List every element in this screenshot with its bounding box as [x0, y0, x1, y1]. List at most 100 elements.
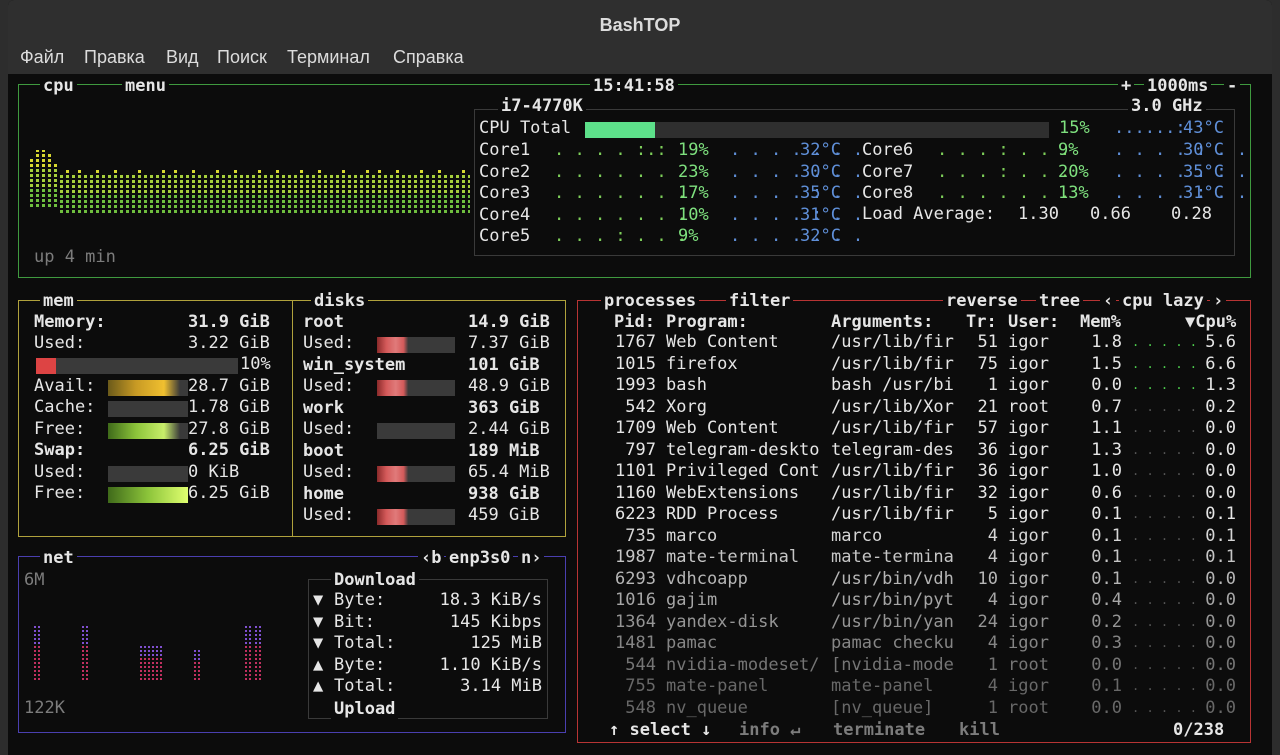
- proc-pid[interactable]: 6293: [606, 569, 656, 590]
- proc-pid[interactable]: 1709: [606, 418, 656, 439]
- proc-args[interactable]: /usr/lib/fir: [831, 504, 954, 525]
- proc-args[interactable]: [nv_queue]: [831, 698, 933, 719]
- proc-cpu[interactable]: 0.1: [1196, 526, 1236, 547]
- menu-edit[interactable]: Правка: [84, 47, 145, 68]
- proc-cpu[interactable]: 0.0: [1196, 440, 1236, 461]
- proc-pid[interactable]: 544: [606, 655, 656, 676]
- proc-cpu[interactable]: 0.0: [1196, 483, 1236, 504]
- proc-user[interactable]: igor: [1008, 526, 1049, 547]
- proc-args[interactable]: /usr/lib/fir: [831, 461, 954, 482]
- proc-cpu[interactable]: 5.6: [1196, 332, 1236, 353]
- proc-args[interactable]: /usr/bin/vdh: [831, 569, 954, 590]
- iface-prev-button[interactable]: ‹b: [418, 548, 445, 568]
- proc-threads[interactable]: 4: [958, 590, 998, 611]
- proc-mem[interactable]: 0.3: [1080, 633, 1122, 654]
- proc-args[interactable]: /usr/lib/fir: [831, 418, 954, 439]
- proc-args[interactable]: /usr/lib/Xor: [831, 397, 954, 418]
- tree-button[interactable]: tree: [1036, 291, 1083, 311]
- proc-user[interactable]: igor: [1008, 461, 1049, 482]
- proc-threads[interactable]: 51: [958, 332, 998, 353]
- proc-cpu[interactable]: 0.2: [1196, 397, 1236, 418]
- menu-search[interactable]: Поиск: [217, 47, 267, 68]
- proc-mem[interactable]: 0.1: [1080, 676, 1122, 697]
- proc-user[interactable]: igor: [1008, 633, 1049, 654]
- proc-mem[interactable]: 1.3: [1080, 440, 1122, 461]
- header-program[interactable]: Program:: [666, 312, 748, 333]
- proc-mem[interactable]: 0.4: [1080, 590, 1122, 611]
- proc-threads[interactable]: 5: [958, 504, 998, 525]
- proc-program[interactable]: mate-terminal: [666, 547, 799, 568]
- proc-mem[interactable]: 0.2: [1080, 612, 1122, 633]
- proc-threads[interactable]: 1: [958, 655, 998, 676]
- proc-args[interactable]: telegram-des: [831, 440, 954, 461]
- proc-program[interactable]: vdhcoapp: [666, 569, 748, 590]
- proc-mem[interactable]: 0.1: [1080, 569, 1122, 590]
- proc-user[interactable]: root: [1008, 698, 1049, 719]
- proc-cpu[interactable]: 0.0: [1196, 698, 1236, 719]
- proc-user[interactable]: igor: [1008, 332, 1049, 353]
- proc-pid[interactable]: 548: [606, 698, 656, 719]
- proc-threads[interactable]: 1: [958, 375, 998, 396]
- proc-user[interactable]: root: [1008, 397, 1049, 418]
- proc-threads[interactable]: 4: [958, 526, 998, 547]
- terminate-button[interactable]: terminate: [830, 720, 929, 740]
- proc-cpu[interactable]: 0.0: [1196, 569, 1236, 590]
- header-arguments[interactable]: Arguments:: [831, 312, 933, 333]
- proc-user[interactable]: igor: [1008, 440, 1049, 461]
- proc-program[interactable]: WebExtensions: [666, 483, 799, 504]
- proc-user[interactable]: igor: [1008, 483, 1049, 504]
- header-user[interactable]: User:: [1008, 312, 1059, 333]
- header-threads[interactable]: Tr:: [966, 312, 997, 333]
- proc-mem[interactable]: 0.0: [1080, 655, 1122, 676]
- proc-program[interactable]: mate-panel: [666, 676, 768, 697]
- proc-program[interactable]: Privileged Cont: [666, 461, 820, 482]
- proc-user[interactable]: igor: [1008, 354, 1049, 375]
- proc-cpu[interactable]: 0.0: [1196, 655, 1236, 676]
- proc-user[interactable]: igor: [1008, 590, 1049, 611]
- proc-args[interactable]: /usr/lib/fir: [831, 483, 954, 504]
- proc-args[interactable]: /usr/bin/yan: [831, 612, 954, 633]
- proc-program[interactable]: firefox: [666, 354, 738, 375]
- select-hint[interactable]: ↑ select ↓: [606, 720, 715, 740]
- proc-pid[interactable]: 1101: [606, 461, 656, 482]
- proc-cpu[interactable]: 0.0: [1196, 612, 1236, 633]
- proc-cpu[interactable]: 0.0: [1196, 676, 1236, 697]
- title-bar[interactable]: BashTOP: [8, 0, 1272, 44]
- proc-pid[interactable]: 1015: [606, 354, 656, 375]
- proc-mem[interactable]: 0.0: [1080, 375, 1122, 396]
- proc-user[interactable]: igor: [1008, 504, 1049, 525]
- proc-cpu[interactable]: 0.0: [1196, 633, 1236, 654]
- header-cpu[interactable]: ▼Cpu%: [1185, 312, 1236, 333]
- proc-threads[interactable]: 1: [958, 698, 998, 719]
- proc-threads[interactable]: 36: [958, 440, 998, 461]
- refresh-minus-button[interactable]: -: [1224, 76, 1241, 96]
- proc-args[interactable]: /usr/lib/fir: [831, 354, 954, 375]
- proc-args[interactable]: /usr/lib/fir: [831, 332, 954, 353]
- menu-view[interactable]: Вид: [166, 47, 199, 68]
- proc-threads[interactable]: 36: [958, 461, 998, 482]
- proc-cpu[interactable]: 6.6: [1196, 354, 1236, 375]
- menu-help[interactable]: Справка: [393, 47, 464, 68]
- proc-pid[interactable]: 1016: [606, 590, 656, 611]
- proc-program[interactable]: bash: [666, 375, 707, 396]
- proc-user[interactable]: igor: [1008, 418, 1049, 439]
- header-mem[interactable]: Mem%: [1080, 312, 1121, 333]
- proc-user[interactable]: igor: [1008, 676, 1049, 697]
- proc-cpu[interactable]: 0.0: [1196, 418, 1236, 439]
- sort-next-button[interactable]: ›: [1210, 291, 1227, 311]
- proc-user[interactable]: igor: [1008, 612, 1049, 633]
- refresh-plus-button[interactable]: +: [1118, 76, 1135, 96]
- proc-program[interactable]: telegram-deskto: [666, 440, 820, 461]
- proc-program[interactable]: pamac: [666, 633, 717, 654]
- proc-pid[interactable]: 1987: [606, 547, 656, 568]
- proc-args[interactable]: mate-termina: [831, 547, 954, 568]
- sort-prev-button[interactable]: ‹: [1100, 291, 1117, 311]
- proc-program[interactable]: marco: [666, 526, 717, 547]
- proc-mem[interactable]: 1.0: [1080, 461, 1122, 482]
- proc-args[interactable]: marco: [831, 526, 882, 547]
- proc-mem[interactable]: 0.1: [1080, 547, 1122, 568]
- proc-mem[interactable]: 0.7: [1080, 397, 1122, 418]
- proc-threads[interactable]: 21: [958, 397, 998, 418]
- menu-label[interactable]: menu: [122, 76, 169, 96]
- proc-cpu[interactable]: 0.1: [1196, 504, 1236, 525]
